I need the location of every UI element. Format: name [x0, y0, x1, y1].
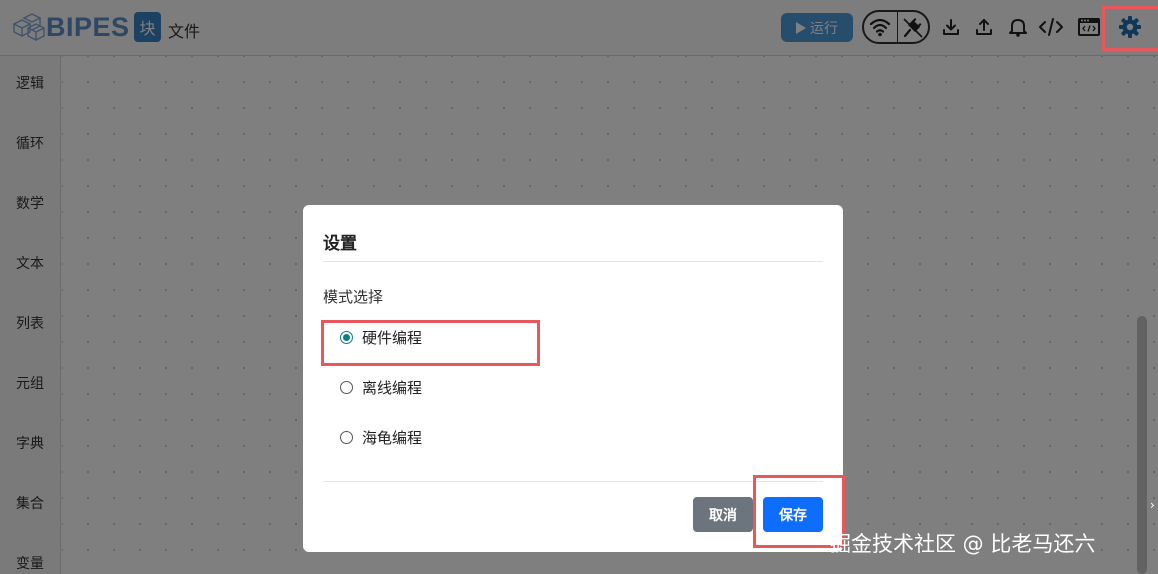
mode-selection-label: 模式选择	[323, 288, 384, 306]
dialog-header-divider	[323, 261, 823, 262]
dialog-title: 设置	[323, 234, 357, 254]
radio-unselected[interactable]	[340, 380, 353, 394]
highlight-settings-button	[1102, 6, 1158, 51]
dialog-footer-divider	[323, 481, 823, 482]
highlight-hardware-option	[321, 320, 540, 366]
chevron-right-icon: ›	[1150, 498, 1155, 512]
radio-unselected[interactable]	[340, 430, 353, 444]
watermark-text: 掘金技术社区 @ 比老马还六	[830, 532, 1096, 556]
cancel-button[interactable]: 取消	[693, 497, 753, 532]
mode-option-turtle[interactable]: 海龟编程	[340, 425, 422, 449]
mode-option-label: 离线编程	[362, 378, 423, 397]
mode-option-offline[interactable]: 离线编程	[340, 375, 422, 399]
mode-option-label: 海龟编程	[362, 428, 423, 447]
